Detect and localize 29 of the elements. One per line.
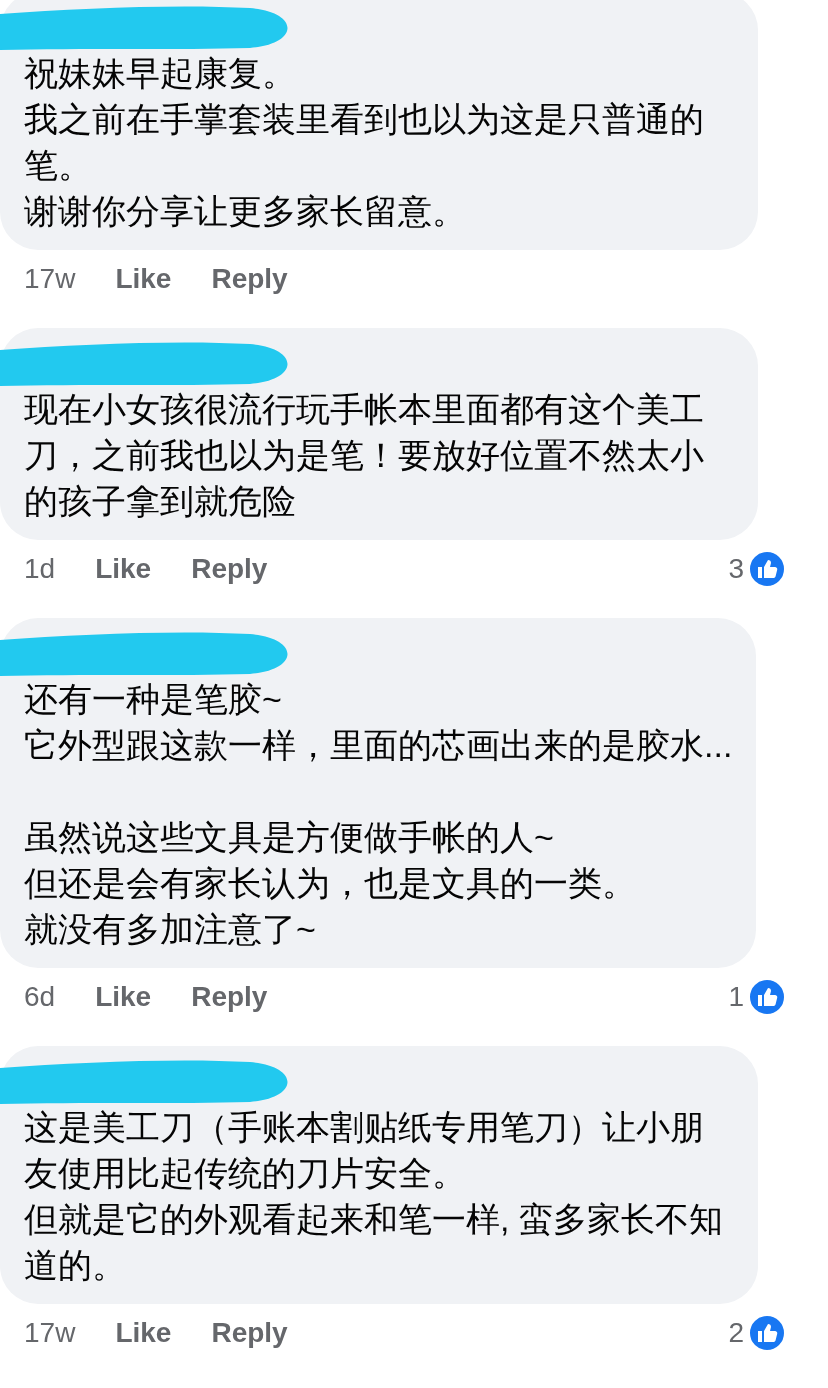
comment-text: 但就是它的外观看起来和笔一样, 蛮多家长不知道的。 xyxy=(24,1199,724,1286)
comment-text: 我之前在手掌套装里看到也以为这是只普通的笔。 xyxy=(24,99,705,186)
comment-text: 虽然说这些文具是方便做手帐的人~ xyxy=(24,817,555,858)
comment-time: 6d xyxy=(24,980,56,1014)
reaction-count: 3 xyxy=(728,552,744,586)
comment-time: 1d xyxy=(24,552,56,586)
like-link[interactable]: Like xyxy=(115,1312,172,1354)
comment-text: 它外型跟这款一样，里面的芯画出来的是胶水... xyxy=(24,725,733,766)
reaction-count: 1 xyxy=(728,980,744,1014)
like-link[interactable]: Like xyxy=(95,548,152,590)
comment-text: 祝妹妹早起康复。 xyxy=(24,53,297,94)
comment-text: 就没有多加注意了~ xyxy=(24,909,317,950)
reply-link[interactable]: Reply xyxy=(191,976,268,1018)
reaction-count: 2 xyxy=(728,1316,744,1350)
comment-text: 还有一种是笔胶~ xyxy=(24,679,283,720)
comment-time: 17w xyxy=(24,1316,76,1350)
comment-text: 谢谢你分享让更多家长留意。 xyxy=(24,191,467,232)
like-link[interactable]: Like xyxy=(95,976,152,1018)
like-icon xyxy=(748,550,786,588)
comment-text: 但还是会有家长认为，也是文具的一类。 xyxy=(24,863,637,904)
like-link[interactable]: Like xyxy=(115,258,172,300)
reply-link[interactable]: Reply xyxy=(211,258,288,300)
comment-time: 17w xyxy=(24,262,76,296)
like-icon xyxy=(748,1314,786,1352)
reply-link[interactable]: Reply xyxy=(191,548,268,590)
comment-text: 现在小女孩很流行玩手帐本里面都有这个美工刀，之前我也以为是笔！要放好位置不然太小的孩子拿到就危险 xyxy=(24,389,705,522)
like-icon xyxy=(748,978,786,1016)
reply-link[interactable]: Reply xyxy=(211,1312,288,1354)
comment-text: 这是美工刀（手账本割贴纸专用笔刀）让小朋友使用比起传统的刀片安全。 xyxy=(24,1107,705,1194)
